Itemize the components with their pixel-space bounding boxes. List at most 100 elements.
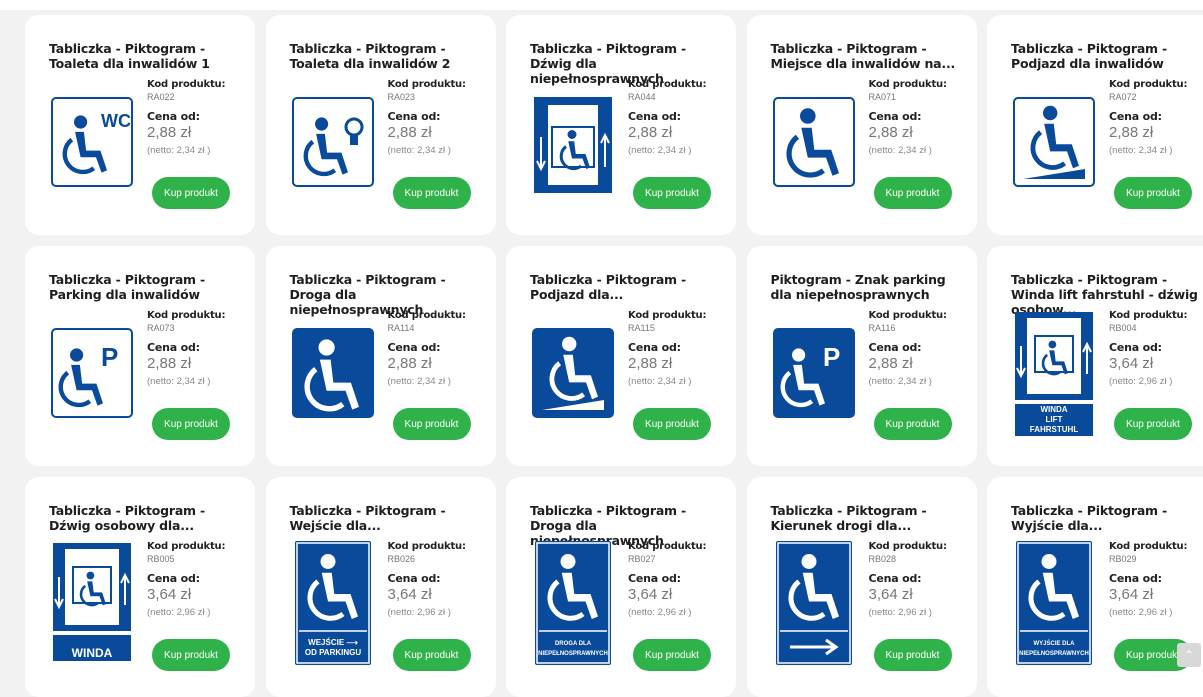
- product-price: 3,64 zł: [147, 586, 192, 603]
- product-image[interactable]: WINDA: [49, 543, 135, 661]
- buy-button[interactable]: Kup produkt: [392, 639, 471, 671]
- product-card-ra023[interactable]: Tabliczka - Piktogram - Toaleta dla inwa…: [265, 15, 496, 235]
- product-image[interactable]: P: [771, 328, 857, 422]
- direction-sign-icon: [775, 541, 852, 665]
- product-title[interactable]: Piktogram - Znak parking dla niepełnospr…: [771, 272, 961, 302]
- product-title[interactable]: Tabliczka - Piktogram - Dźwig osobowy dl…: [49, 503, 239, 533]
- product-code-label: Kod produktu:: [147, 541, 226, 552]
- buy-button[interactable]: Kup produkt: [152, 408, 230, 440]
- buy-button[interactable]: Kup produkt: [392, 177, 471, 209]
- buy-button[interactable]: Kup produkt: [152, 177, 230, 209]
- product-image[interactable]: [771, 97, 857, 191]
- product-title[interactable]: Tabliczka - Piktogram - Miejsce dla inwa…: [771, 41, 961, 71]
- product-title[interactable]: Tabliczka - Piktogram - Kierunek drogi d…: [771, 503, 961, 533]
- product-card-ra116[interactable]: Piktogram - Znak parking dla niepełnospr…: [746, 246, 977, 466]
- product-info: Kod produktu: RB029 Cena od: 3,64 zł (ne…: [1109, 541, 1203, 618]
- buy-button[interactable]: Kup produkt: [1114, 177, 1192, 209]
- product-card-ra022[interactable]: Tabliczka - Piktogram - Toaleta dla inwa…: [25, 15, 255, 235]
- product-code: RB027: [628, 554, 656, 564]
- product-image[interactable]: [771, 541, 857, 665]
- product-price: 3,64 zł: [1109, 586, 1154, 603]
- product-image[interactable]: WYJŚCIE DLA NIEPEŁNOSPRAWNYCH: [1011, 541, 1097, 665]
- product-image[interactable]: WC: [49, 97, 135, 191]
- product-netto-price: (netto: 2,96 zł ): [147, 607, 211, 618]
- product-image[interactable]: [290, 328, 376, 422]
- product-code: RB029: [1109, 554, 1137, 564]
- product-image[interactable]: DROGA DLA NIEPEŁNOSPRAWNYCH: [530, 541, 616, 665]
- product-title[interactable]: Tabliczka - Piktogram - Podjazd dla...: [530, 272, 720, 302]
- product-code-label: Kod produktu:: [387, 310, 466, 321]
- buy-button[interactable]: Kup produkt: [873, 408, 952, 440]
- product-title[interactable]: Tabliczka - Piktogram - Toaleta dla inwa…: [290, 41, 480, 71]
- product-code-label: Kod produktu:: [628, 541, 707, 552]
- ramp-icon: [1013, 97, 1095, 187]
- price-label: Cena od:: [147, 341, 200, 354]
- product-image[interactable]: [1011, 97, 1097, 191]
- chevron-up-icon: ⌃: [1183, 648, 1195, 662]
- exit-sign-icon: WYJŚCIE DLA NIEPEŁNOSPRAWNYCH: [1016, 541, 1092, 665]
- product-title[interactable]: Tabliczka - Piktogram - Wejście dla...: [290, 503, 480, 533]
- product-info: Kod produktu: RA022 Cena od: 2,88 zł (ne…: [147, 79, 255, 156]
- product-card-ra115[interactable]: Tabliczka - Piktogram - Podjazd dla... K…: [506, 246, 736, 466]
- lift-caption-icon: WINDA LIFT FAHRSTUHL: [1015, 312, 1093, 436]
- product-image[interactable]: P: [49, 328, 135, 422]
- product-card-rb029[interactable]: Tabliczka - Piktogram - Wyjście dla... W…: [987, 477, 1203, 697]
- product-price: 2,88 zł: [868, 124, 913, 141]
- lift-icon: [534, 97, 612, 193]
- product-title[interactable]: Tabliczka - Piktogram - Podjazd dla inwa…: [1011, 41, 1201, 71]
- product-code-label: Kod produktu:: [868, 541, 947, 552]
- buy-button[interactable]: Kup produkt: [392, 408, 471, 440]
- product-image[interactable]: WINDA LIFT FAHRSTUHL: [1011, 312, 1097, 436]
- product-info: Kod produktu: RB028 Cena od: 3,64 zł (ne…: [869, 541, 977, 618]
- scroll-to-top-button[interactable]: ⌃: [1177, 643, 1201, 667]
- product-card-rb004[interactable]: Tabliczka - Piktogram - Winda lift fahrs…: [987, 246, 1203, 466]
- svg-text:LIFT: LIFT: [1046, 415, 1063, 424]
- product-code: RA022: [147, 92, 175, 102]
- buy-button[interactable]: Kup produkt: [633, 639, 711, 671]
- product-code: RB026: [387, 554, 416, 564]
- product-code: RA116: [868, 323, 896, 333]
- product-card-rb026[interactable]: Tabliczka - Piktogram - Wejście dla... W…: [265, 477, 496, 697]
- price-label: Cena od:: [628, 341, 681, 354]
- product-card-rb005[interactable]: Tabliczka - Piktogram - Dźwig osobowy dl…: [25, 477, 255, 697]
- price-label: Cena od:: [387, 110, 441, 123]
- buy-button[interactable]: Kup produkt: [873, 639, 952, 671]
- product-price: 3,64 zł: [1109, 355, 1154, 372]
- product-info: Kod produktu: RA115 Cena od: 2,88 zł (ne…: [628, 310, 736, 387]
- buy-button[interactable]: Kup produkt: [633, 177, 711, 209]
- product-image[interactable]: [530, 328, 616, 422]
- product-card-ra044[interactable]: Tabliczka - Piktogram - Dźwig dla niepeł…: [506, 15, 736, 235]
- product-image[interactable]: WEJŚCIE ⟶ OD PARKINGU: [290, 541, 376, 665]
- svg-text:WC: WC: [101, 111, 131, 131]
- buy-button[interactable]: Kup produkt: [633, 408, 711, 440]
- product-card-ra072[interactable]: Tabliczka - Piktogram - Podjazd dla inwa…: [987, 15, 1203, 235]
- product-title[interactable]: Tabliczka - Piktogram - Toaleta dla inwa…: [49, 41, 239, 71]
- product-netto-price: (netto: 2,34 zł ): [387, 145, 451, 156]
- price-label: Cena od:: [628, 572, 681, 585]
- product-card-ra073[interactable]: Tabliczka - Piktogram - Parking dla inwa…: [25, 246, 255, 466]
- product-title[interactable]: Tabliczka - Piktogram - Wyjście dla...: [1011, 503, 1201, 533]
- svg-text:NIEPEŁNOSPRAWNYCH: NIEPEŁNOSPRAWNYCH: [538, 651, 608, 657]
- buy-button[interactable]: Kup produkt: [1114, 408, 1192, 440]
- product-card-ra114[interactable]: Tabliczka - Piktogram - Droga dla niepeł…: [265, 246, 496, 466]
- buy-button[interactable]: Kup produkt: [152, 639, 230, 671]
- product-price: 2,88 zł: [628, 355, 673, 372]
- product-price: 2,88 zł: [387, 355, 432, 372]
- svg-text:WINDA: WINDA: [1040, 405, 1067, 414]
- product-card-ra071[interactable]: Tabliczka - Piktogram - Miejsce dla inwa…: [746, 15, 977, 235]
- product-info: Kod produktu: RB027 Cena od: 3,64 zł (ne…: [628, 541, 736, 618]
- product-netto-price: (netto: 2,34 zł ): [628, 145, 692, 156]
- product-image[interactable]: [530, 97, 616, 193]
- product-code-label: Kod produktu:: [628, 310, 707, 321]
- product-card-rb027[interactable]: Tabliczka - Piktogram - Droga dla niepeł…: [506, 477, 736, 697]
- product-title[interactable]: Tabliczka - Piktogram - Parking dla inwa…: [49, 272, 239, 302]
- svg-text:P: P: [823, 342, 840, 372]
- product-netto-price: (netto: 2,96 zł ): [1109, 376, 1173, 387]
- product-info: Kod produktu: RB026 Cena od: 3,64 zł (ne…: [388, 541, 496, 618]
- product-image[interactable]: [290, 97, 376, 191]
- buy-button[interactable]: Kup produkt: [873, 177, 952, 209]
- price-label: Cena od:: [1109, 341, 1162, 354]
- price-label: Cena od:: [1109, 110, 1162, 123]
- product-price: 3,64 zł: [868, 586, 913, 603]
- product-card-rb028[interactable]: Tabliczka - Piktogram - Kierunek drogi d…: [746, 477, 977, 697]
